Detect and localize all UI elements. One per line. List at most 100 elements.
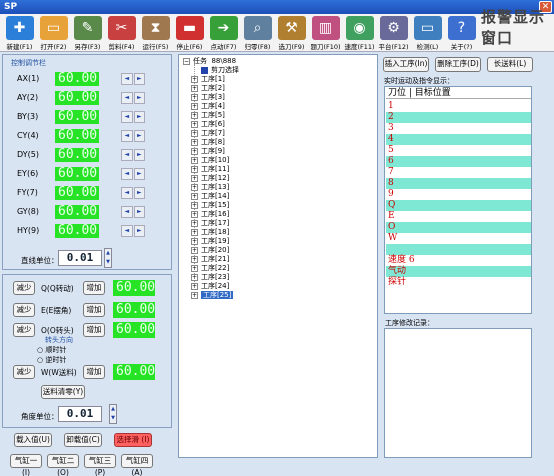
tree-item[interactable]: + 工序[24] [191, 282, 229, 291]
expand-icon[interactable]: + [191, 147, 198, 155]
toolbar-library-button[interactable]: ▥ 题刀(F10) [308, 16, 343, 51]
increase-button[interactable]: 增加 [83, 303, 105, 317]
tree-item[interactable]: + 工序[16] [191, 210, 229, 219]
axis-stepper[interactable]: ◄ ► [121, 206, 145, 218]
axis-stepper[interactable]: ◄ ► [121, 149, 145, 161]
expand-icon[interactable]: + [191, 174, 198, 182]
step-left-icon[interactable]: ◄ [121, 206, 133, 218]
expand-icon[interactable]: + [191, 273, 198, 281]
tree-item[interactable]: + 工序[13] [191, 183, 229, 192]
step-left-icon[interactable]: ◄ [121, 225, 133, 237]
step-left-icon[interactable]: ◄ [121, 187, 133, 199]
expand-icon[interactable]: + [191, 264, 198, 272]
increase-button[interactable]: 增加 [83, 281, 105, 295]
collapse-icon[interactable]: − [183, 57, 190, 65]
cw-radio[interactable]: ○ 顺时针 [37, 345, 66, 355]
tree-item[interactable]: + 工序[17] [191, 219, 229, 228]
axis-stepper[interactable]: ◄ ► [121, 130, 145, 142]
unload-button[interactable]: 卸载值(C) [64, 433, 102, 447]
step-right-icon[interactable]: ► [133, 168, 145, 180]
delete-process-button[interactable]: 删除工序(D) [435, 57, 481, 72]
toolbar-about-button[interactable]: ? 关于(?) [444, 16, 479, 51]
tree-item[interactable]: + 工序[7] [191, 129, 225, 138]
expand-icon[interactable]: + [191, 246, 198, 254]
tree-item[interactable]: + 工序[9] [191, 147, 225, 156]
expand-icon[interactable]: + [191, 291, 198, 299]
cylinder-1-button[interactable]: 气缸一(I) [10, 454, 42, 476]
edit-log-box[interactable] [384, 328, 532, 458]
tree-item[interactable]: + 工序[1] [191, 75, 225, 84]
tree-item[interactable]: + 工序[10] [191, 156, 229, 165]
axis-stepper[interactable]: ◄ ► [121, 92, 145, 104]
expand-icon[interactable]: + [191, 201, 198, 209]
toolbar-jog-button[interactable]: ➔ 点动(F7) [206, 16, 241, 51]
tree-item[interactable]: + 工序[19] [191, 237, 229, 246]
insert-process-button[interactable]: 插入工序(In) [383, 57, 429, 72]
tree-selector[interactable]: 剪刀选择 [201, 66, 239, 75]
step-left-icon[interactable]: ◄ [121, 149, 133, 161]
tree-item[interactable]: + 工序[2] [191, 84, 225, 93]
toolbar-run-button[interactable]: ⧗ 运行(F5) [138, 16, 173, 51]
toolbar-speed-button[interactable]: ◉ 速度(F11) [342, 16, 377, 51]
expand-icon[interactable]: + [191, 120, 198, 128]
axis-stepper[interactable]: ◄ ► [121, 225, 145, 237]
tree-item[interactable]: + 工序[23] [191, 273, 229, 282]
step-right-icon[interactable]: ► [133, 225, 145, 237]
line-unit-spinner[interactable]: ▲ ▼ [104, 248, 112, 268]
tree-item[interactable]: + 工序[25] [191, 291, 234, 300]
tree-item[interactable]: + 工序[3] [191, 93, 225, 102]
axis-stepper[interactable]: ◄ ► [121, 168, 145, 180]
step-left-icon[interactable]: ◄ [121, 73, 133, 85]
step-right-icon[interactable]: ► [133, 111, 145, 123]
expand-icon[interactable]: + [191, 183, 198, 191]
tree-item[interactable]: + 工序[12] [191, 174, 229, 183]
cylinder-4-button[interactable]: 气缸四(A) [121, 454, 153, 476]
tree-item[interactable]: + 工序[11] [191, 165, 229, 174]
line-unit-field[interactable]: 0.01 [58, 250, 102, 266]
tree-item[interactable]: + 工序[5] [191, 111, 225, 120]
feed-zero-button[interactable]: 送料清零(Y) [41, 385, 85, 399]
expand-icon[interactable]: + [191, 219, 198, 227]
toolbar-saveas-button[interactable]: ✎ 另存(F3) [70, 16, 105, 51]
angle-unit-spinner[interactable]: ▲ ▼ [109, 404, 117, 424]
step-right-icon[interactable]: ► [133, 73, 145, 85]
cylinder-3-button[interactable]: 气缸三(P) [84, 454, 116, 476]
status-button[interactable]: 选择滑 (I) [114, 433, 152, 447]
process-tree[interactable]: − 任务 88\888 剪刀选择 + 工序[1] + 工序[2] + 工序[3] + 工序[4]… [178, 54, 378, 458]
tree-item[interactable]: + 工序[14] [191, 192, 229, 201]
expand-icon[interactable]: + [191, 237, 198, 245]
expand-icon[interactable]: + [191, 75, 198, 83]
expand-icon[interactable]: + [191, 93, 198, 101]
toolbar-open-button[interactable]: ▭ 打开(F2) [36, 16, 71, 51]
step-left-icon[interactable]: ◄ [121, 168, 133, 180]
realtime-list[interactable]: 刀位 | 目标位置 1 2 3 4 5 6 7 8 9 Q E O W 速度 6 气动 探针 [384, 86, 532, 314]
step-right-icon[interactable]: ► [133, 92, 145, 104]
increase-button[interactable]: 增加 [83, 365, 105, 379]
axis-stepper[interactable]: ◄ ► [121, 73, 145, 85]
expand-icon[interactable]: + [191, 102, 198, 110]
toolbar-platform-button[interactable]: ⚙ 平台(F12) [376, 16, 411, 51]
expand-icon[interactable]: + [191, 84, 198, 92]
expand-icon[interactable]: + [191, 210, 198, 218]
toolbar-cut-button[interactable]: ✂ 剪料(F4) [104, 16, 139, 51]
decrease-button[interactable]: 减少 [13, 303, 35, 317]
expand-icon[interactable]: + [191, 228, 198, 236]
axis-stepper[interactable]: ◄ ► [121, 187, 145, 199]
expand-icon[interactable]: + [191, 129, 198, 137]
toolbar-stop-button[interactable]: ▬ 停止(F6) [172, 16, 207, 51]
expand-icon[interactable]: + [191, 138, 198, 146]
decrease-button[interactable]: 减少 [13, 323, 35, 337]
tree-item[interactable]: + 工序[21] [191, 255, 229, 264]
decrease-button[interactable]: 减少 [13, 365, 35, 379]
tree-root[interactable]: − 任务 88\888 [183, 57, 236, 66]
tree-item[interactable]: + 工序[18] [191, 228, 229, 237]
tree-item[interactable]: + 工序[6] [191, 120, 225, 129]
step-right-icon[interactable]: ► [133, 206, 145, 218]
expand-icon[interactable]: + [191, 156, 198, 164]
ccw-radio[interactable]: ○ 逆时针 [37, 355, 66, 365]
expand-icon[interactable]: + [191, 165, 198, 173]
decrease-button[interactable]: 减少 [13, 281, 35, 295]
increase-button[interactable]: 增加 [83, 323, 105, 337]
expand-icon[interactable]: + [191, 111, 198, 119]
tree-item[interactable]: + 工序[22] [191, 264, 229, 273]
